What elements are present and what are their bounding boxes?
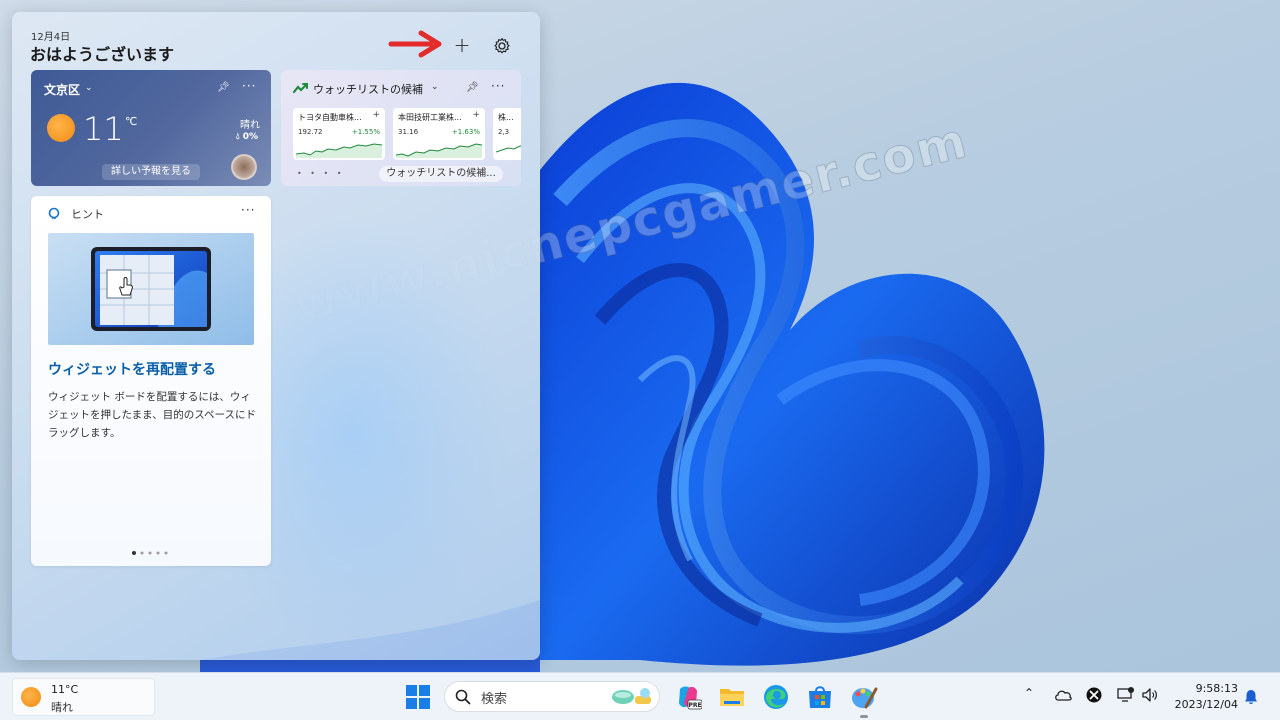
- stock-sparkline: [496, 145, 521, 153]
- taskbar-weather-condition: 晴れ: [51, 701, 73, 714]
- clock-date[interactable]: 2023/12/04: [1168, 698, 1238, 711]
- lightbulb-icon: [48, 207, 60, 219]
- more-options-icon[interactable]: ···: [491, 79, 505, 93]
- sun-icon: [21, 687, 41, 707]
- gear-icon[interactable]: [490, 34, 514, 58]
- panel-greeting: おはようございます: [30, 45, 175, 64]
- search-icon: [455, 689, 471, 705]
- red-arrow-icon: [388, 30, 442, 58]
- search-placeholder: 検索: [481, 692, 508, 707]
- forecast-link[interactable]: 詳しい予報を見る: [102, 164, 200, 180]
- stock-price: 192.72: [298, 128, 323, 136]
- paint-icon[interactable]: [850, 683, 878, 711]
- taskbar: 11°C 晴れ 検索 PRE ⌃ 9:58:13 2023/12/04: [0, 672, 1280, 720]
- chevron-down-icon[interactable]: ⌄: [85, 83, 93, 93]
- stock-change: +1.63%: [451, 128, 480, 136]
- stock-price: 2,3: [498, 128, 510, 136]
- widgets-panel: 12月4日 おはようございます + 文京区 ⌄ 📌︎ ··· 11 ℃ 晴れ 💧…: [12, 12, 540, 660]
- microsoft-store-icon[interactable]: [806, 683, 834, 711]
- stock-name: 本田技研工業株...: [398, 113, 462, 122]
- more-options-icon[interactable]: ···: [242, 79, 256, 93]
- stock-card[interactable]: 株... 2,3: [493, 108, 521, 160]
- taskbar-search-box[interactable]: 検索: [444, 681, 660, 712]
- onedrive-cloud-icon[interactable]: [1054, 688, 1072, 702]
- pin-icon[interactable]: 📌︎: [466, 82, 479, 93]
- edge-icon[interactable]: [762, 683, 790, 711]
- tips-widget[interactable]: ヒント ··· ウィジェットを再配置する ウィジェット ボードを配置するには、ウ…: [31, 196, 271, 566]
- file-explorer-icon[interactable]: [718, 683, 746, 711]
- weather-unit: ℃: [125, 115, 138, 128]
- tips-title[interactable]: ウィジェットを再配置する: [48, 359, 216, 379]
- stock-price: 31.16: [398, 128, 419, 136]
- chevron-up-icon[interactable]: ⌃: [1024, 686, 1034, 700]
- tips-body: ウィジェット ボードを配置するには、ウィジェットを押したまま、目的のスペースにド…: [48, 391, 257, 439]
- tips-illustration: [48, 233, 254, 345]
- weather-precipitation: 💧︎ 0%: [236, 132, 258, 142]
- add-widget-button[interactable]: +: [448, 34, 476, 58]
- sun-icon: [47, 114, 75, 142]
- weather-widget[interactable]: 文京区 ⌄ 📌︎ ··· 11 ℃ 晴れ 💧︎ 0% 詳しい予報を見る: [31, 70, 271, 186]
- stock-card[interactable]: トヨタ自動車株... + 192.72 +1.55%: [293, 108, 385, 160]
- stock-name: トヨタ自動車株...: [298, 113, 362, 122]
- search-highlight-icon: [612, 688, 651, 704]
- stock-card[interactable]: 本田技研工業株... + 31.16 +1.63%: [393, 108, 485, 160]
- pin-icon[interactable]: 📌︎: [217, 82, 230, 93]
- clock-time[interactable]: 9:58:13: [1180, 682, 1238, 695]
- notification-bell-icon[interactable]: [1244, 689, 1258, 705]
- stock-sparkline: [396, 143, 482, 158]
- stock-sparkline: [296, 143, 382, 158]
- add-stock-icon[interactable]: +: [472, 110, 480, 120]
- tips-label: ヒント: [71, 208, 104, 221]
- copilot-icon[interactable]: PRE: [674, 683, 702, 711]
- add-stock-icon[interactable]: +: [372, 110, 380, 120]
- pagination-dots[interactable]: • • • •: [297, 169, 345, 178]
- volume-icon[interactable]: [1141, 687, 1159, 703]
- windows-start-icon[interactable]: [406, 685, 430, 709]
- network-icon[interactable]: [1117, 687, 1135, 703]
- svg-text:PRE: PRE: [688, 702, 701, 709]
- weather-map-thumbnail[interactable]: [231, 154, 257, 180]
- watchlist-title: ウォッチリストの候補: [313, 83, 423, 96]
- watchlist-widget[interactable]: ウォッチリストの候補 ⌄ 📌︎ ··· トヨタ自動車株... + 192.72 …: [281, 70, 521, 186]
- raindrop-icon: 💧︎: [236, 132, 240, 142]
- stock-change: +1.55%: [351, 128, 380, 136]
- chevron-down-icon[interactable]: ⌄: [431, 82, 439, 92]
- xbox-icon[interactable]: [1086, 687, 1102, 703]
- weather-location: 文京区: [44, 83, 81, 97]
- precipitation-value: 0%: [242, 132, 259, 142]
- pagination-dots[interactable]: [131, 550, 171, 556]
- watchlist-link[interactable]: ウォッチリストの候補...: [379, 166, 503, 182]
- taskbar-weather-button[interactable]: 11°C 晴れ: [12, 678, 155, 716]
- stock-name: 株...: [498, 113, 514, 122]
- running-app-indicator: [860, 715, 868, 718]
- more-options-icon[interactable]: ···: [241, 203, 255, 217]
- stock-trend-icon: [293, 82, 309, 94]
- taskbar-temperature: 11°C: [51, 683, 79, 696]
- weather-condition: 晴れ: [240, 120, 260, 131]
- weather-temperature: 11: [83, 110, 124, 148]
